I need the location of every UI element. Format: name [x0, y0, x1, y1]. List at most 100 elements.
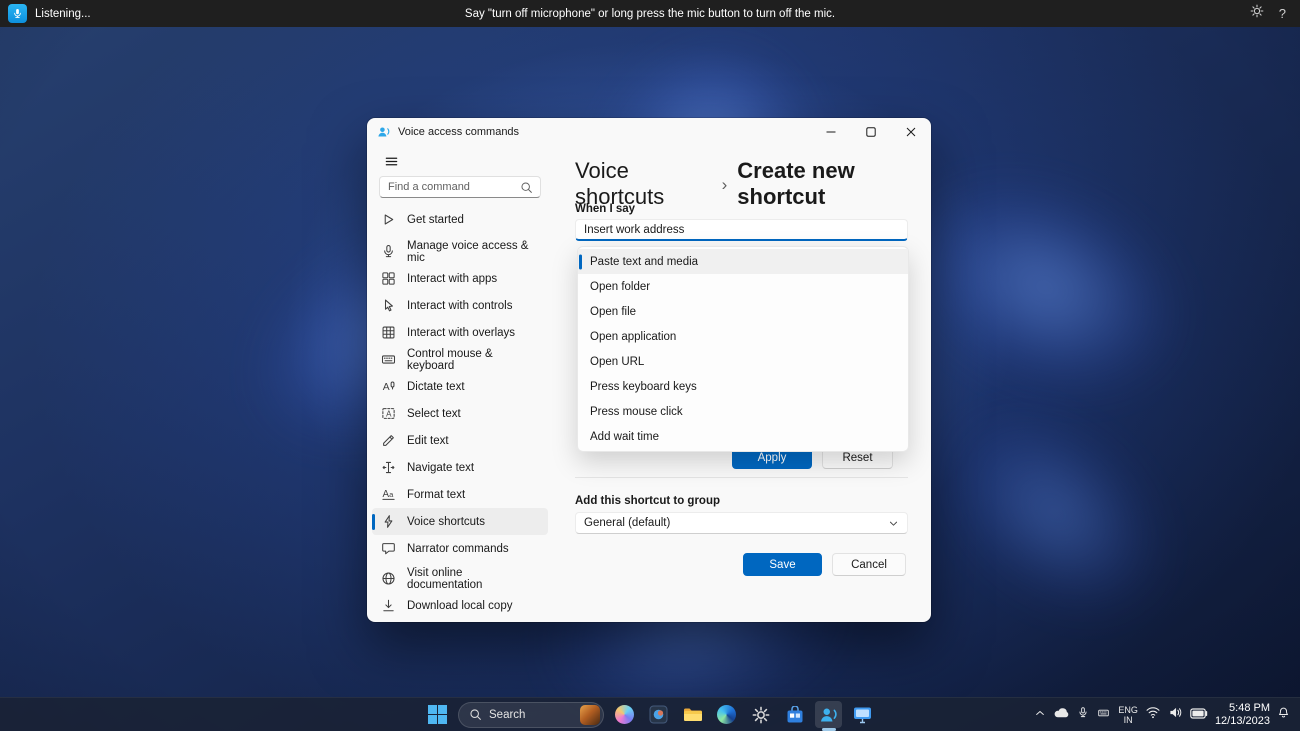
touch-keyboard-button[interactable] [1096, 706, 1111, 724]
sidebar-item-dictate-text[interactable]: A Dictate text [372, 373, 548, 400]
cloud-icon [1055, 707, 1069, 717]
sidebar-item-download-local-copy[interactable]: Download local copy [372, 592, 548, 619]
photos-icon [649, 705, 668, 724]
sidebar-item-get-started[interactable]: Get started [372, 206, 548, 233]
play-icon [380, 212, 396, 228]
sidebar-item-online-documentation[interactable]: Visit online documentation [372, 565, 548, 592]
keyboard-icon [1098, 709, 1110, 716]
edge-icon [717, 705, 736, 724]
search-highlight-thumbnail [580, 704, 600, 725]
menu-item-open-url[interactable]: Open URL [578, 349, 908, 374]
taskbar-app-edge[interactable] [713, 701, 740, 728]
language-indicator[interactable]: ENG IN [1118, 705, 1138, 725]
maximize-icon [866, 127, 876, 137]
sidebar-item-narrator-commands[interactable]: Narrator commands [372, 535, 548, 562]
sidebar-item-label: Edit text [407, 434, 449, 447]
window-body: Get started Manage voice access & mic In… [367, 146, 931, 622]
chevron-down-icon [888, 518, 899, 529]
menu-item-add-wait-time[interactable]: Add wait time [578, 424, 908, 449]
volume-button[interactable] [1168, 706, 1183, 724]
close-button[interactable] [891, 118, 931, 146]
hidden-icons-button[interactable] [1034, 706, 1046, 724]
sidebar-item-interact-with-overlays[interactable]: Interact with overlays [372, 319, 548, 346]
microphone-icon [380, 244, 396, 260]
onedrive-button[interactable] [1053, 706, 1070, 724]
sidebar-item-control-mouse-keyboard[interactable]: Control mouse & keyboard [372, 346, 548, 373]
taskbar-app-photos[interactable] [645, 701, 672, 728]
minimize-button[interactable] [811, 118, 851, 146]
sidebar-item-label: Control mouse & keyboard [407, 347, 493, 372]
command-search-input[interactable] [388, 181, 520, 193]
command-search-box[interactable] [379, 176, 541, 198]
window-title: Voice access commands [398, 126, 520, 138]
svg-text:A: A [386, 410, 392, 419]
microphone-icon [14, 9, 21, 18]
sidebar-item-label: Voice shortcuts [407, 515, 485, 528]
sidebar-item-label: Navigate text [407, 461, 475, 474]
menu-item-paste-text-and-media[interactable]: Paste text and media [578, 249, 908, 274]
time: 5:48 PM [1229, 701, 1270, 714]
window-controls [811, 118, 931, 146]
voice-typing-button[interactable] [1077, 706, 1089, 724]
sidebar-item-label: Format text [407, 488, 466, 501]
taskbar-app-copilot[interactable] [611, 701, 638, 728]
taskbar-center: Search [424, 698, 876, 731]
sidebar-item-format-text[interactable]: Aa Format text [372, 481, 548, 508]
bell-icon [1278, 707, 1289, 717]
notification-center-button[interactable] [1277, 706, 1290, 724]
apps-grid-icon [380, 271, 396, 287]
wifi-icon [1146, 706, 1160, 718]
taskbar-app-file-explorer[interactable] [679, 701, 706, 728]
battery-button[interactable] [1190, 706, 1208, 724]
save-button[interactable]: Save [743, 553, 822, 576]
cancel-button[interactable]: Cancel [832, 553, 906, 576]
overlay-grid-icon [380, 325, 396, 341]
sidebar-item-edit-text[interactable]: Edit text [372, 427, 548, 454]
clock[interactable]: 5:48 PM 12/13/2023 [1215, 702, 1270, 728]
shortcut-icon [380, 514, 396, 530]
wifi-button[interactable] [1145, 706, 1161, 724]
windows-logo-icon [428, 705, 447, 724]
sidebar-item-label: Get started [407, 213, 464, 226]
navigation-menu-button[interactable] [377, 150, 405, 172]
sidebar-item-label: Narrator commands [407, 542, 509, 555]
voice-access-help-button[interactable]: ? [1279, 6, 1286, 21]
taskbar-search-box[interactable]: Search [458, 701, 604, 728]
menu-item-open-folder[interactable]: Open folder [578, 274, 908, 299]
taskbar-app-monitor[interactable] [849, 701, 876, 728]
taskbar-app-settings[interactable] [747, 701, 774, 728]
sidebar-item-label: Visit online documentation [407, 566, 483, 591]
sidebar-item-label: Interact with overlays [407, 326, 516, 339]
sidebar-item-interact-with-apps[interactable]: Interact with apps [372, 265, 548, 292]
minimize-icon [826, 131, 836, 133]
hamburger-icon [385, 157, 397, 165]
maximize-button[interactable] [851, 118, 891, 146]
sidebar-item-select-text[interactable]: A Select text [372, 400, 548, 427]
chevron-right-icon: › [721, 175, 728, 194]
window-titlebar[interactable]: Voice access commands [367, 118, 931, 146]
menu-item-press-mouse-click[interactable]: Press mouse click [578, 399, 908, 424]
voice-access-icon [820, 708, 837, 721]
menu-item-open-application[interactable]: Open application [578, 324, 908, 349]
menu-item-press-keyboard-keys[interactable]: Press keyboard keys [578, 374, 908, 399]
svg-text:A: A [382, 382, 389, 393]
page-title: Create new shortcut [737, 158, 855, 209]
start-button[interactable] [424, 701, 451, 728]
sidebar-item-navigate-text[interactable]: Navigate text [372, 454, 548, 481]
globe-icon [380, 571, 396, 587]
sidebar-item-label: Interact with apps [407, 272, 498, 285]
sidebar-item-label: Dictate text [407, 380, 465, 393]
sidebar-item-manage-voice-access[interactable]: Manage voice access & mic [372, 238, 548, 265]
file-explorer-icon [683, 708, 702, 721]
voice-access-settings-button[interactable] [1250, 4, 1264, 23]
voice-access-status-area: Listening... [0, 4, 210, 23]
sidebar-item-interact-with-controls[interactable]: Interact with controls [372, 292, 548, 319]
sidebar-item-voice-shortcuts[interactable]: Voice shortcuts [372, 508, 548, 535]
when-i-say-input[interactable] [575, 219, 908, 241]
menu-item-open-file[interactable]: Open file [578, 299, 908, 324]
download-icon [380, 598, 396, 614]
taskbar-app-store[interactable] [781, 701, 808, 728]
group-select[interactable]: General (default) [575, 512, 908, 534]
taskbar-app-voice-access[interactable] [815, 701, 842, 728]
microphone-button[interactable] [8, 4, 27, 23]
